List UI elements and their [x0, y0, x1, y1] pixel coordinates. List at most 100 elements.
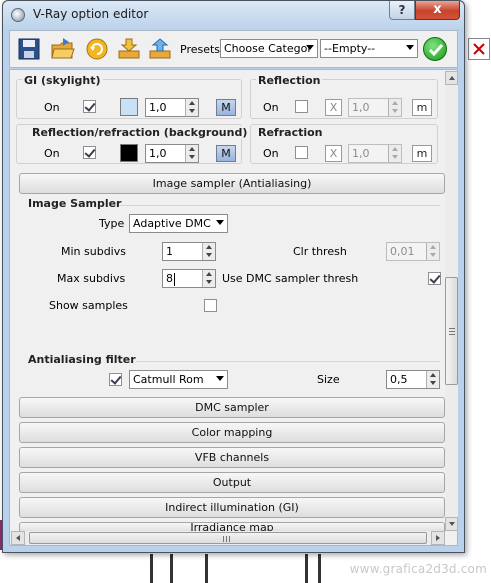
spinner-arrows-icon[interactable]	[202, 243, 215, 260]
aa-filter-size-value: 0,5	[390, 373, 408, 386]
max-subdivs-value: 8	[166, 272, 173, 285]
gi-multiplier-spinner[interactable]: 1,0	[145, 98, 199, 117]
clr-thresh-spinner[interactable]: 0,01	[386, 242, 440, 261]
vray-option-editor-window: V-Ray option editor ? x Presets: Choose …	[2, 0, 465, 553]
background-stripe	[170, 554, 173, 583]
clr-thresh-value: 0,01	[390, 245, 415, 258]
rr-bg-map-button[interactable]: M	[216, 145, 236, 162]
sampler-type-value: Adaptive DMC	[133, 217, 211, 230]
window-title: V-Ray option editor	[33, 7, 149, 21]
divider	[120, 205, 440, 206]
background-stripe	[205, 554, 208, 583]
gi-skylight-title: GI (skylight)	[22, 74, 103, 87]
reflection-on-checkbox[interactable]	[295, 100, 308, 113]
toolbar: Presets: Choose Categor --Empty--	[9, 30, 458, 68]
gi-on-label: On	[44, 101, 60, 114]
app-icon	[11, 8, 25, 22]
vertical-scroll-thumb[interactable]	[445, 277, 458, 385]
text-caret	[174, 273, 175, 286]
chevron-down-icon	[306, 45, 314, 50]
rollout-indirect-illumination[interactable]: Indirect illumination (GI)	[19, 497, 445, 518]
image-sampler-rollout[interactable]: Image sampler (Antialiasing)	[19, 173, 445, 194]
rr-bg-on-checkbox[interactable]	[83, 146, 96, 159]
chevron-down-icon	[406, 45, 414, 50]
scroll-left-icon[interactable]	[11, 531, 25, 545]
reflection-multiplier-spinner[interactable]: 1,0	[348, 98, 402, 117]
scroll-right-icon[interactable]	[431, 531, 445, 545]
show-samples-label: Show samples	[49, 299, 128, 312]
scroll-up-icon[interactable]	[445, 71, 458, 85]
min-subdivs-spinner[interactable]: 1	[162, 242, 216, 261]
presets-category-value: Choose Categor	[224, 42, 312, 55]
refraction-multiplier-spinner[interactable]: 1,0	[348, 144, 402, 163]
refraction-on-checkbox[interactable]	[295, 146, 308, 159]
image-sampler-title: Image Sampler	[28, 197, 122, 210]
presets-category-select[interactable]: Choose Categor	[220, 39, 318, 58]
refraction-color-button[interactable]: X	[325, 145, 342, 162]
spinner-arrows-icon[interactable]	[185, 99, 198, 116]
scroll-down-icon[interactable]	[445, 517, 458, 531]
background-close-icon	[468, 38, 490, 60]
presets-select[interactable]: --Empty--	[320, 39, 418, 58]
presets-label: Presets:	[180, 43, 224, 56]
max-subdivs-spinner[interactable]: 8	[162, 269, 216, 288]
export-icon[interactable]	[147, 36, 173, 62]
save-icon[interactable]	[16, 36, 42, 62]
rr-bg-multiplier-value: 1,0	[149, 147, 167, 160]
reload-icon[interactable]	[84, 36, 110, 62]
chevron-down-icon	[216, 376, 224, 381]
rr-bg-on-label: On	[44, 147, 60, 160]
import-icon[interactable]	[116, 36, 142, 62]
rollout-vfb-channels[interactable]: VFB channels	[19, 447, 445, 468]
close-button[interactable]: x	[415, 1, 460, 20]
gi-map-button[interactable]: M	[216, 99, 236, 116]
use-dmc-sampler-thresh-checkbox[interactable]	[428, 272, 441, 285]
rollout-output[interactable]: Output	[19, 472, 445, 493]
sampler-type-select[interactable]: Adaptive DMC	[129, 214, 228, 233]
open-folder-icon[interactable]	[50, 36, 76, 62]
aa-filter-select[interactable]: Catmull Rom	[129, 370, 228, 389]
reflection-multiplier-value: 1,0	[352, 101, 370, 114]
gi-on-checkbox[interactable]	[83, 100, 96, 113]
refraction-multiplier-value: 1,0	[352, 147, 370, 160]
help-button[interactable]: ?	[389, 1, 415, 20]
divider	[136, 361, 440, 362]
max-subdivs-label: Max subdivs	[57, 272, 126, 285]
rollout-dmc-sampler[interactable]: DMC sampler	[19, 397, 445, 418]
rr-bg-color-swatch[interactable]	[120, 144, 138, 162]
reflection-refraction-bg-title: Reflection/refraction (background)	[30, 126, 250, 139]
reflection-map-button[interactable]: m	[412, 99, 432, 116]
spinner-arrows-icon[interactable]	[426, 371, 439, 388]
apply-button[interactable]	[423, 37, 447, 61]
background-stripe	[305, 554, 308, 583]
refraction-map-button[interactable]: m	[412, 145, 432, 162]
title-bar[interactable]: V-Ray option editor ? x	[3, 1, 464, 29]
rollout-color-mapping[interactable]: Color mapping	[19, 422, 445, 443]
gi-multiplier-value: 1,0	[149, 101, 167, 114]
aa-filter-enable-checkbox[interactable]	[109, 373, 122, 386]
sampler-type-label: Type	[99, 217, 125, 230]
reflection-color-button[interactable]: X	[325, 99, 342, 116]
min-subdivs-label: Min subdivs	[61, 245, 126, 258]
reflection-title: Reflection	[256, 74, 323, 87]
refraction-title: Refraction	[256, 126, 325, 139]
aa-filter-size-spinner[interactable]: 0,5	[386, 370, 440, 389]
spinner-arrows-icon[interactable]	[185, 145, 198, 162]
aa-filter-size-label: Size	[317, 373, 340, 386]
horizontal-scrollbar[interactable]	[11, 531, 445, 545]
chevron-down-icon	[216, 220, 224, 225]
show-samples-checkbox[interactable]	[204, 299, 217, 312]
spinner-arrows-icon[interactable]	[388, 99, 401, 116]
checkmark-icon	[428, 44, 444, 57]
background-stripe	[318, 554, 321, 583]
spinner-arrows-icon[interactable]	[426, 243, 439, 260]
clr-thresh-label: Clr thresh	[293, 245, 347, 258]
presets-value: --Empty--	[324, 42, 376, 55]
reflection-on-label: On	[263, 101, 279, 114]
horizontal-scroll-thumb[interactable]	[29, 532, 427, 544]
vertical-scrollbar[interactable]	[445, 71, 458, 531]
spinner-arrows-icon[interactable]	[202, 270, 215, 287]
spinner-arrows-icon[interactable]	[388, 145, 401, 162]
gi-color-swatch[interactable]	[120, 98, 138, 116]
rr-bg-multiplier-spinner[interactable]: 1,0	[145, 144, 199, 163]
